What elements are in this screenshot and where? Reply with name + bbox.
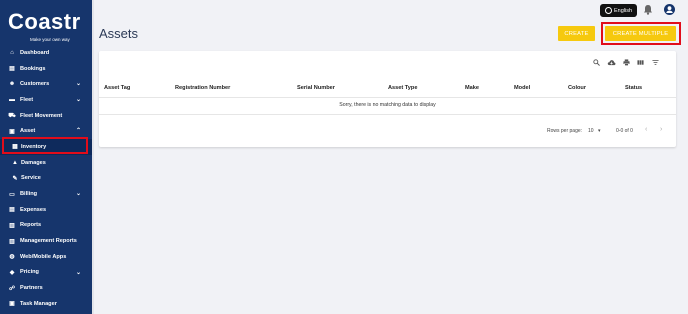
sidebar-item-label: Task Manager (20, 300, 57, 307)
column-header-asset-tag[interactable]: Asset Tag (104, 85, 130, 91)
partners-icon: ☍ (8, 285, 16, 292)
pagination-range: 0-0 of 0 (616, 128, 633, 134)
column-header-serial-number[interactable]: Serial Number (297, 85, 335, 91)
management-reports-icon: ▥ (9, 238, 15, 245)
fleet-movement-icon: ⛟ (8, 112, 16, 119)
rows-per-page-select[interactable]: 10 ▾ (588, 128, 600, 134)
column-header-status[interactable]: Status (625, 85, 642, 91)
sidebar-item-reports[interactable]: ▥ Reports (0, 218, 92, 234)
search-icon[interactable] (593, 59, 600, 66)
sidebar-item-label: Service (21, 175, 41, 182)
brand-logo[interactable]: Coastr Make your own way (8, 9, 81, 42)
caret-down-icon: ▾ (597, 128, 601, 134)
next-page-icon[interactable]: › (660, 126, 662, 133)
sidebar-item-label: Pricing (20, 269, 39, 276)
sidebar-item-web-mobile-apps[interactable]: ◍ Web/Mobile Apps (0, 249, 92, 265)
sidebar-item-label: Management Reports (20, 238, 77, 245)
service-icon: ✎ (12, 175, 18, 182)
chevron-down-icon: ⌄ (75, 97, 81, 104)
brand-tagline: Make your own way (30, 37, 70, 42)
sidebar-item-label: Fleet Movement (20, 112, 63, 119)
inventory-highlight (2, 137, 88, 154)
column-header-make[interactable]: Make (465, 85, 479, 91)
column-header-colour[interactable]: Colour (568, 85, 586, 91)
sidebar-item-partners[interactable]: ☍ Partners (0, 280, 92, 296)
sidebar-item-label: Expenses (20, 206, 47, 213)
billing-icon: ▭ (9, 191, 15, 198)
sidebar-item-service[interactable]: ✎ Service (0, 171, 92, 187)
sidebar-item-label: Customers (20, 81, 50, 88)
language-button[interactable]: English (600, 4, 637, 17)
column-header-registration-number[interactable]: Registration Number (175, 85, 230, 91)
fleet-icon: ▬ (9, 96, 15, 103)
previous-page-icon[interactable]: ‹ (645, 126, 647, 133)
globe-icon (604, 7, 612, 14)
sidebar-item-label: Asset (20, 128, 36, 135)
sidebar-item-label: Web/Mobile Apps (20, 253, 67, 260)
empty-message: Sorry, there is no matching data to disp… (339, 102, 436, 108)
sidebar-item-fleet[interactable]: ▬ Fleet ⌄ (0, 92, 92, 108)
cloud-download-icon[interactable] (607, 59, 616, 66)
task-manager-icon: ▣ (9, 301, 15, 308)
sidebar-item-bookings[interactable]: ▤ Bookings (0, 61, 92, 77)
expenses-icon: ▤ (9, 207, 15, 214)
sidebar-scrollbar[interactable] (92, 0, 94, 314)
damages-icon: ▲ (12, 159, 18, 166)
sidebar-item-management-reports[interactable]: ▥ Management Reports (0, 233, 92, 249)
sidebar-item-damages[interactable]: ▲ Damages (0, 155, 92, 171)
sidebar-item-label: Damages (21, 159, 46, 166)
chevron-down-icon: ⌄ (75, 191, 81, 198)
column-header-asset-type[interactable]: Asset Type (388, 85, 417, 91)
dashboard-icon: ⌂ (10, 49, 14, 56)
sidebar-item-label: Partners (20, 285, 43, 292)
sidebar: Coastr Make your own way ⌂ Dashboard ▤ B… (0, 0, 92, 314)
pricing-icon: ◆ (9, 269, 15, 276)
bell-icon[interactable] (643, 4, 653, 15)
chevron-down-icon: ⌄ (75, 269, 81, 276)
sidebar-item-dashboard[interactable]: ⌂ Dashboard (0, 45, 92, 61)
body-divider (99, 114, 676, 115)
create-button[interactable]: CREATE (558, 26, 595, 41)
language-label: English (613, 7, 633, 14)
sidebar-item-label: Reports (20, 222, 42, 229)
sidebar-item-label: Fleet (20, 96, 34, 103)
header-divider (99, 97, 676, 98)
filter-icon[interactable] (652, 59, 659, 66)
sidebar-item-expenses[interactable]: ▤ Expenses (0, 202, 92, 218)
chevron-down-icon: ⌄ (75, 81, 81, 88)
create-multiple-highlight (601, 22, 681, 45)
print-icon[interactable] (623, 59, 630, 66)
sidebar-nav: ⌂ Dashboard ▤ Bookings ☻ Customers ⌄ ▬ F… (0, 45, 92, 312)
sidebar-item-pricing[interactable]: ◆ Pricing ⌄ (0, 265, 92, 281)
sidebar-item-fleet-movement[interactable]: ⛟ Fleet Movement (0, 108, 92, 124)
rows-per-page-value: 10 (588, 128, 594, 134)
view-columns-icon[interactable] (637, 59, 644, 66)
sidebar-item-label: Billing (20, 191, 38, 198)
chevron-up-icon: ⌃ (75, 128, 81, 135)
customers-icon: ☻ (8, 81, 16, 88)
column-header-model[interactable]: Model (514, 85, 530, 91)
sidebar-item-billing[interactable]: ▭ Billing ⌄ (0, 186, 92, 202)
sidebar-item-label: Dashboard (20, 49, 50, 56)
assets-table-card: Asset Tag Registration Number Serial Num… (99, 51, 676, 147)
apps-icon: ◍ (9, 254, 15, 261)
rows-per-page-label: Rows per page: (547, 128, 583, 134)
brand-name: Coastr (8, 9, 81, 34)
asset-icon: ▣ (9, 128, 15, 135)
sidebar-item-task-manager[interactable]: ▣ Task Manager (0, 296, 92, 312)
sidebar-item-customers[interactable]: ☻ Customers ⌄ (0, 76, 92, 92)
user-avatar-icon[interactable] (664, 4, 675, 15)
bookings-icon: ▤ (9, 66, 15, 73)
reports-icon: ▥ (9, 222, 15, 229)
sidebar-item-label: Bookings (20, 65, 46, 72)
page-title: Assets (99, 26, 139, 41)
